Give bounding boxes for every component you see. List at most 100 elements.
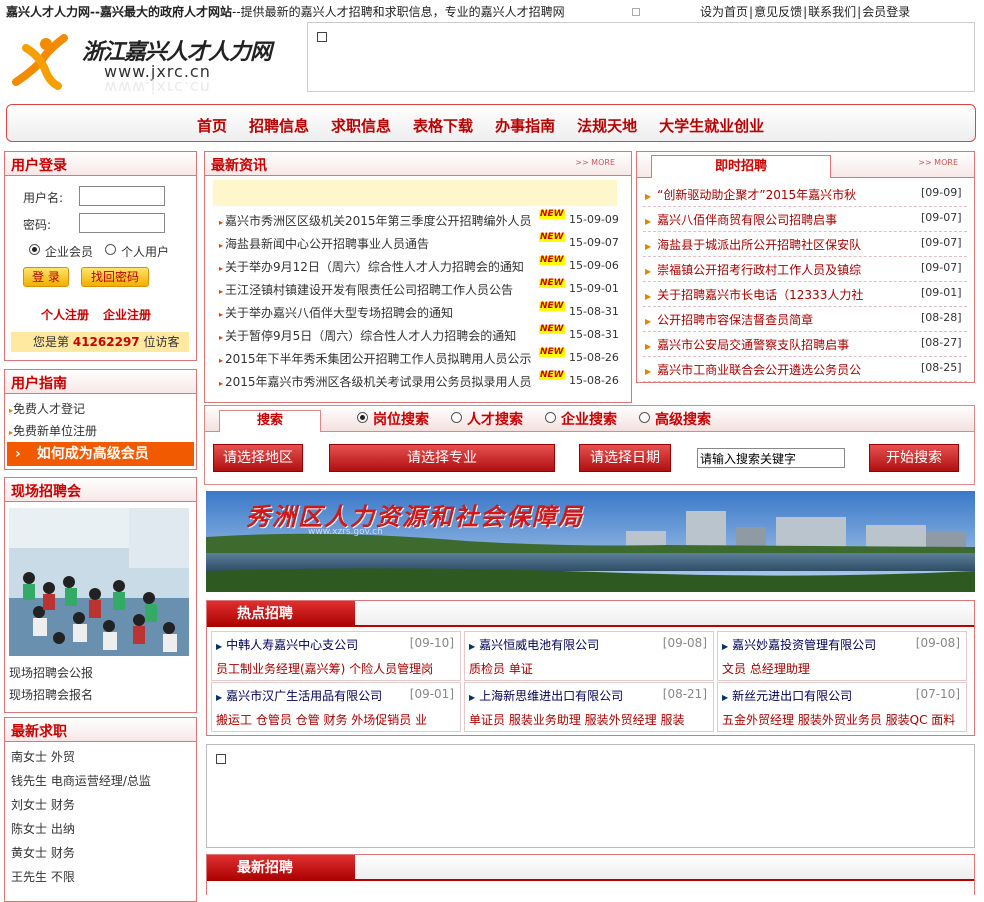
password-input[interactable] (79, 213, 165, 233)
personal-register-link[interactable]: 个人注册 (41, 306, 89, 323)
seeker-item[interactable]: 南女士 外贸 (11, 748, 75, 765)
instant-job-item[interactable]: ▶ 海盐县于城派出所公开招聘社区保安队 (645, 236, 861, 253)
contact-link[interactable]: 联系我们 (808, 5, 856, 19)
instant-job-item[interactable]: ▶ “创新驱动助企聚才”2015年嘉兴市秋 (645, 186, 856, 203)
instant-job-item[interactable]: ▶ 嘉兴市工商业联合会公开遴选公务员公 (645, 361, 861, 378)
new-badge: NEW (539, 301, 565, 311)
radio-job-search[interactable] (357, 412, 368, 423)
search-tab[interactable]: 搜索 (219, 410, 321, 432)
how-to-vip-button[interactable]: › 如何成为高级会员 (7, 442, 194, 466)
recover-password-button[interactable]: 找回密码 (81, 267, 149, 287)
radio-talent-search[interactable] (451, 412, 462, 423)
radio-advanced-search[interactable] (639, 412, 650, 423)
instant-job-item[interactable]: ▶ 关于招聘嘉兴市长电话（12333人力社 (645, 286, 863, 303)
news-item[interactable]: ▸ 海盐县新闻中心公开招聘事业人员通告 (219, 235, 429, 252)
nav-graduates[interactable]: 大学生就业创业 (659, 115, 764, 136)
seeker-item[interactable]: 钱先生 电商运营经理/总监 (11, 772, 151, 789)
latest-news-panel: 最新资讯 >> MORE ▸ 嘉兴市秀洲区区级机关2015年第三季度公开招聘编外人员… (204, 151, 632, 403)
hot-job-cell[interactable]: 嘉兴市汉广生活用品有限公司 [09-01] 搬运工 仓管员 仓管 财务 外场促销员 … (211, 682, 461, 732)
company-member-radio[interactable] (29, 244, 40, 255)
hot-job-cell[interactable]: 上海新思维进出口有限公司 [08-21] 单证员 服装业务助理 服装外贸经理 服装 (464, 682, 714, 732)
instant-job-item[interactable]: ▶ 崇福镇公开招考行政村工作人员及镇综 (645, 261, 861, 278)
seeker-item[interactable]: 黄女士 财务 (11, 844, 75, 861)
news-item[interactable]: ▸ 王江泾镇村镇建设开发有限责任公司招聘工作人员公告 (219, 281, 513, 298)
hot-job-company[interactable]: 嘉兴市汉广生活用品有限公司 (216, 687, 382, 704)
instant-job-date: [08-27] (921, 336, 962, 349)
member-login-link[interactable]: 会员登录 (862, 5, 910, 19)
hot-jobs-panel: 热点招聘 中韩人寿嘉兴中心支公司 [09-10] 员工制业务经理(嘉兴筹) 个险人员… (206, 600, 975, 736)
fair-bulletin-link[interactable]: 现场招聘会公报 (9, 664, 93, 681)
seeker-item[interactable]: 刘女士 财务 (11, 796, 75, 813)
news-item[interactable]: ▸ 关于举办9月12日（周六）综合性人才人力招聘会的通知 (219, 258, 524, 275)
bullet-arrow-icon: ▶ (645, 267, 652, 276)
major-select[interactable]: 请选择专业 (329, 444, 555, 472)
hot-job-company[interactable]: 嘉兴恒威电池有限公司 (469, 636, 599, 653)
hot-job-cell[interactable]: 嘉兴妙嘉投资管理有限公司 [09-08] 文员 总经理助理 (717, 631, 967, 681)
hot-job-date: [07-10] (915, 687, 960, 701)
keyword-input[interactable] (697, 448, 845, 468)
login-button[interactable]: 登 录 (23, 267, 69, 287)
nav-home[interactable]: 首页 (197, 115, 227, 136)
nav-laws[interactable]: 法规天地 (577, 115, 637, 136)
small-image-icon (632, 8, 640, 16)
instant-job-date: [09-07] (921, 211, 962, 224)
guide-item-company-register[interactable]: ▸免费新单位注册 (9, 422, 97, 439)
hot-job-cell[interactable]: 嘉兴恒威电池有限公司 [09-08] 质检员 单证 (464, 631, 714, 681)
hot-job-company[interactable]: 嘉兴妙嘉投资管理有限公司 (722, 636, 876, 653)
news-more-link[interactable]: >> MORE (575, 158, 615, 167)
bureau-banner[interactable]: 秀洲区人力资源和社会保障局 www.xzrs.gov.cn (206, 491, 975, 592)
hot-job-company[interactable]: 新丝元进出口有限公司 (722, 687, 852, 704)
row-divider (643, 281, 967, 282)
news-item[interactable]: ▸ 关于举办嘉兴八佰伴大型专场招聘会的通知 (219, 304, 453, 321)
bullet-arrow-icon: ▶ (645, 367, 652, 376)
hot-job-positions[interactable]: 搬运工 仓管员 仓管 财务 外场促销员 业 (216, 711, 460, 728)
nav-seekers[interactable]: 求职信息 (331, 115, 391, 136)
hot-job-positions[interactable]: 文员 总经理助理 (722, 660, 966, 677)
news-item[interactable]: ▸ 2015年嘉兴市秀洲区各级机关考试录用公务员拟录用人员 (219, 373, 532, 390)
username-input[interactable] (79, 186, 165, 206)
hot-job-cell[interactable]: 中韩人寿嘉兴中心支公司 [09-10] 员工制业务经理(嘉兴筹) 个险人员管理岗 (211, 631, 461, 681)
hot-job-positions[interactable]: 员工制业务经理(嘉兴筹) 个险人员管理岗 (216, 660, 460, 677)
row-divider (643, 231, 967, 232)
seeker-item[interactable]: 陈女士 出纳 (11, 820, 75, 837)
guide-item-talent-register[interactable]: ▸免费人才登记 (9, 400, 85, 417)
nav-forms[interactable]: 表格下载 (413, 115, 473, 136)
instant-more-link[interactable]: >> MORE (918, 158, 958, 167)
job-fair-panel: 现场招聘会 现场招聘会公报 现场招聘会报名 (4, 477, 197, 713)
instant-job-item[interactable]: ▶ 公开招聘市容保洁督查员简章 (645, 311, 813, 328)
news-item[interactable]: ▸ 关于暂停9月5日（周六）综合性人才人力招聘会的通知 (219, 327, 516, 344)
news-date: 15-09-06 (569, 259, 619, 272)
fair-signup-link[interactable]: 现场招聘会报名 (9, 686, 93, 703)
instant-job-date: [08-25] (921, 361, 962, 374)
hot-job-positions[interactable]: 五金外贸经理 服装外贸业务员 服装QC 面料 (722, 711, 966, 728)
nav-jobs[interactable]: 招聘信息 (249, 115, 309, 136)
news-item[interactable]: ▸ 2015年下半年秀禾集团公开招聘工作人员拟聘用人员公示 (219, 350, 532, 367)
bullet-arrow-icon: ▶ (645, 292, 652, 301)
site-logo[interactable]: 浙江嘉兴人才人力网 www.jxrc.cn www.jxrc.cn (8, 28, 298, 98)
new-badge: NEW (539, 209, 565, 219)
hot-job-cell[interactable]: 新丝元进出口有限公司 [07-10] 五金外贸经理 服装外贸业务员 服装QC 面料 (717, 682, 967, 732)
instant-job-date: [09-07] (921, 261, 962, 274)
radio-company-search[interactable] (545, 412, 556, 423)
instant-job-item[interactable]: ▶ 嘉兴八佰伴商贸有限公司招聘启事 (645, 211, 837, 228)
hot-job-positions[interactable]: 质检员 单证 (469, 660, 713, 677)
feedback-link[interactable]: 意见反馈 (754, 5, 802, 19)
personal-user-radio[interactable] (105, 244, 116, 255)
hot-job-date: [09-10] (409, 636, 454, 650)
hot-job-company[interactable]: 中韩人寿嘉兴中心支公司 (216, 636, 358, 653)
hot-job-company[interactable]: 上海新思维进出口有限公司 (469, 687, 623, 704)
seeker-item[interactable]: 王先生 不限 (11, 868, 75, 885)
row-divider (643, 331, 967, 332)
instant-job-item[interactable]: ▶ 嘉兴市公安局交通警察支队招聘启事 (645, 336, 849, 353)
news-item[interactable]: ▸ 嘉兴市秀洲区区级机关2015年第三季度公开招聘编外人员 (219, 212, 532, 229)
start-search-button[interactable]: 开始搜索 (869, 444, 959, 472)
nav-guide[interactable]: 办事指南 (495, 115, 555, 136)
date-select[interactable]: 请选择日期 (579, 444, 671, 472)
company-register-link[interactable]: 企业注册 (103, 306, 151, 323)
set-homepage-link[interactable]: 设为首页 (700, 5, 748, 19)
area-select[interactable]: 请选择地区 (213, 444, 303, 472)
logo-person-icon (12, 34, 68, 90)
ad-placeholder (206, 744, 975, 848)
tab-instant-jobs[interactable]: 即时招聘 (651, 155, 831, 178)
hot-job-positions[interactable]: 单证员 服装业务助理 服装外贸经理 服装 (469, 711, 713, 728)
